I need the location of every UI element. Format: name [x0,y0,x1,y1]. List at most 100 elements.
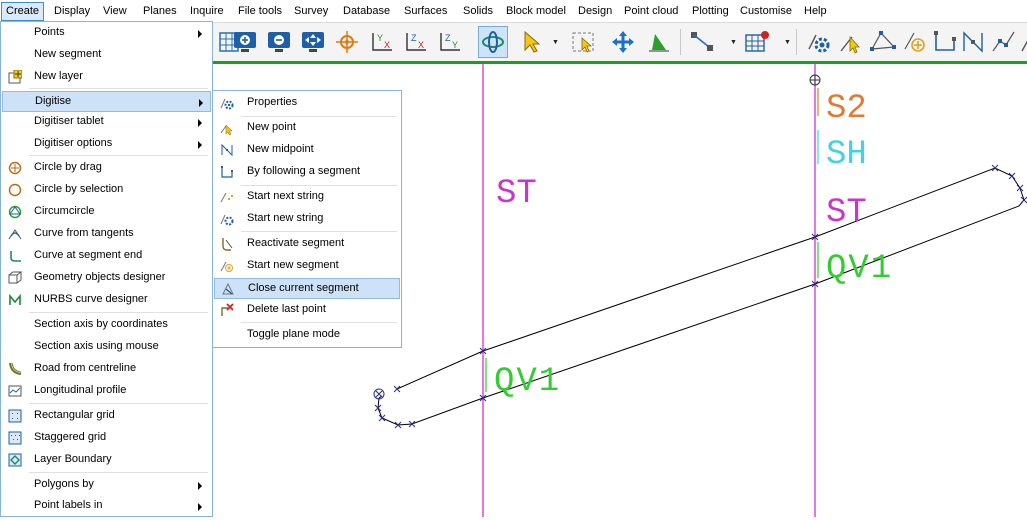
menu-item-road-from-centreline[interactable]: Road from centreline [2,359,211,380]
box-select-icon[interactable] [568,26,598,58]
svg-text:X: X [418,40,424,50]
menu-database[interactable]: Database [339,2,394,20]
menu-item-start-new-string[interactable]: Start new string [214,209,400,230]
move-icon[interactable] [608,26,638,58]
menu-item-label: Circumcircle [34,205,95,217]
menu-item-circle-by-drag[interactable]: Circle by drag [2,158,211,179]
string-label: QV1 [826,250,893,288]
circumcircle-icon [7,204,23,220]
close-segment-icon [220,281,236,297]
new-midpoint-icon[interactable] [958,26,988,58]
menu-point-cloud[interactable]: Point cloud [620,2,682,20]
menu-create[interactable]: Create [1,2,45,21]
menu-item-label: Reactivate segment [247,237,345,249]
menu-item-start-new-segment[interactable]: Start new segment [214,256,400,277]
properties-gear-icon [219,95,235,111]
menu-item-section-axis-by-coordinates[interactable]: Section axis by coordinates [2,315,211,336]
menu-item-toggle-plane-mode[interactable]: Toggle plane mode [214,325,400,346]
start-new-segment-icon[interactable] [900,26,930,58]
chevron-down-icon[interactable]: ▼ [784,39,791,46]
polygon-digitise-icon[interactable] [868,26,898,58]
menu-item-label: Section axis by coordinates [34,318,168,330]
menu-item-digitise[interactable]: Digitise [2,91,211,112]
menu-design[interactable]: Design [574,2,616,20]
menu-planes[interactable]: Planes [139,2,181,20]
chevron-down-icon[interactable]: ▼ [730,39,737,46]
menu-item-geometry-objects-designer[interactable]: Geometry objects designer [2,268,211,289]
menu-item-point-labels-in[interactable]: Point labels in [2,496,211,517]
menu-separator [29,472,208,473]
menu-inquire[interactable]: Inquire [186,2,228,20]
menu-survey[interactable]: Survey [290,2,332,20]
menu-surfaces[interactable]: Surfaces [400,2,451,20]
menu-item-close-current-segment[interactable]: Close current segment [214,278,400,299]
nurbs-icon [7,292,23,308]
delete-point-icon [219,302,235,318]
menu-item-new-midpoint[interactable]: New midpoint [214,140,400,161]
menu-plotting[interactable]: Plotting [688,2,733,20]
properties-gear-icon[interactable] [804,26,834,58]
follow-segment-icon [219,164,235,180]
menu-item-curve-from-tangents[interactable]: Curve from tangents [2,224,211,245]
menu-item-label: Toggle plane mode [247,328,340,340]
menu-item-by-following-a-segment[interactable]: By following a segment [214,162,400,183]
menu-item-layer-boundary[interactable]: Layer Boundary [2,450,211,471]
menu-item-digitiser-options[interactable]: Digitiser options [2,134,211,155]
menu-item-rectangular-grid[interactable]: Rectangular grid [2,406,211,427]
start-new-string-icon [219,211,235,227]
curve-tangents-icon [7,226,23,242]
menu-item-circle-by-selection[interactable]: Circle by selection [2,180,211,201]
menu-item-new-segment[interactable]: New segment [2,45,211,66]
menu-item-start-next-string[interactable]: Start next string [214,187,400,208]
zoom-out-icon[interactable] [264,26,294,58]
triangle-icon[interactable] [644,26,674,58]
menu-block-model[interactable]: Block model [502,2,570,20]
zoom-in-icon[interactable] [230,26,260,58]
line-icon[interactable] [1012,26,1027,58]
target-icon[interactable] [332,26,362,58]
menu-item-points[interactable]: Points [2,23,211,44]
start-new-segment-icon [219,258,235,274]
plane-zx-icon[interactable]: ZX [400,26,430,58]
menu-item-label: Geometry objects designer [34,271,166,283]
menu-item-staggered-grid[interactable]: Staggered grid [2,428,211,449]
menu-item-label: Curve from tangents [34,227,134,239]
menu-item-nurbs-curve-designer[interactable]: NURBS curve designer [2,290,211,311]
menu-item-label: Road from centreline [34,362,137,374]
new-point-icon[interactable] [836,26,866,58]
zoom-extents-icon[interactable] [298,26,328,58]
menu-bar: Create Display View Planes Inquire File tools… [0,0,1027,23]
menu-solids[interactable]: Solids [459,2,497,20]
menu-item-label: Digitise [35,95,72,107]
menu-view[interactable]: View [99,2,131,20]
menu-item-label: Circle by drag [34,161,102,173]
follow-segment-icon[interactable] [930,26,960,58]
toolbar-separator [680,29,681,55]
menu-item-curve-at-segment-end[interactable]: Curve at segment end [2,246,211,267]
rotate-3d-icon[interactable] [478,26,508,58]
chevron-down-icon[interactable]: ▼ [552,39,559,46]
menu-item-delete-last-point[interactable]: Delete last point [214,300,400,321]
select-pointer-icon[interactable] [516,26,546,58]
menu-item-longitudinal-profile[interactable]: Longitudinal profile [2,381,211,402]
menu-item-digitiser-tablet[interactable]: Digitiser tablet [2,112,211,133]
menu-item-section-axis-using-mouse[interactable]: Section axis using mouse [2,337,211,358]
menu-display[interactable]: Display [50,2,94,20]
menu-item-new-point[interactable]: New point [214,118,400,139]
submenu-arrow-icon [198,482,202,490]
menu-customise[interactable]: Customise [736,2,796,20]
plane-yx-icon[interactable]: YX [366,26,396,58]
staggered-grid-icon [7,430,23,446]
segment-edit-icon[interactable] [688,26,718,58]
menu-item-properties[interactable]: Properties [214,93,400,114]
menu-item-label: New layer [34,70,83,82]
menu-item-circumcircle[interactable]: Circumcircle [2,202,211,223]
digitise-submenu: Properties New point New midpoint By follow… [212,90,402,348]
menu-item-polygons-by[interactable]: Polygons by [2,475,211,496]
menu-file-tools[interactable]: File tools [234,2,286,20]
plane-zy-icon[interactable]: ZY [434,26,464,58]
menu-item-new-layer[interactable]: New layer [2,67,211,88]
grid-edit-icon[interactable] [742,26,772,58]
menu-item-reactivate-segment[interactable]: Reactivate segment [214,234,400,255]
menu-help[interactable]: Help [800,2,831,20]
